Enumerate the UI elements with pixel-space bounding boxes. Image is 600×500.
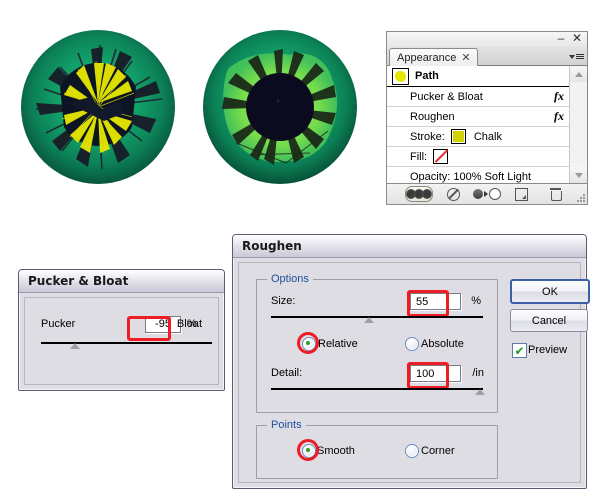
preview-checkbox[interactable]: ✔ bbox=[512, 343, 527, 358]
pucker-bloat-slider-track[interactable] bbox=[41, 342, 212, 349]
roughen-dialog[interactable]: Roughen Options Size: 55 % Relative Abso… bbox=[232, 234, 590, 489]
detail-label: Detail: bbox=[271, 367, 303, 379]
close-icon[interactable]: ✕ bbox=[571, 32, 583, 45]
radio-absolute[interactable] bbox=[405, 337, 419, 351]
radio-absolute-label: Absolute bbox=[421, 338, 464, 350]
bloat-label: Bloat bbox=[176, 318, 202, 330]
radio-relative-label: Relative bbox=[318, 338, 358, 350]
points-group: Points Smooth Corner bbox=[256, 419, 498, 479]
appearance-panel[interactable]: – ✕ Appearance ✕ Path Pucker & Bloat fx … bbox=[386, 31, 588, 205]
size-slider-track[interactable] bbox=[271, 316, 483, 323]
appearance-row-roughen[interactable]: Roughen fx bbox=[387, 107, 570, 127]
detail-slider-track[interactable] bbox=[271, 388, 485, 395]
scroll-up-icon[interactable] bbox=[570, 66, 587, 82]
scroll-down-icon[interactable] bbox=[570, 167, 587, 183]
tab-close-icon[interactable]: ✕ bbox=[461, 51, 470, 64]
appearance-panel-footer bbox=[387, 183, 587, 204]
appearance-list[interactable]: Path Pucker & Bloat fx Roughen fx Stroke… bbox=[387, 66, 570, 183]
fx-icon[interactable]: fx bbox=[554, 89, 564, 104]
size-unit-label: % bbox=[471, 295, 481, 307]
appearance-row-fill[interactable]: Fill: bbox=[387, 147, 570, 167]
roughen-dialog-body: Options Size: 55 % Relative Absolute Det… bbox=[238, 262, 590, 483]
pucker-label: Pucker bbox=[41, 318, 76, 330]
pucker-bloat-slider-thumb[interactable] bbox=[70, 343, 81, 349]
options-group-title: Options bbox=[267, 273, 313, 285]
delete-item-icon[interactable] bbox=[546, 187, 564, 201]
chevron-down-icon bbox=[568, 54, 575, 59]
detail-unit-label: /in bbox=[472, 367, 484, 379]
resize-grip-icon[interactable] bbox=[577, 194, 585, 202]
cancel-button[interactable]: Cancel bbox=[510, 309, 588, 332]
panel-titlebar: – ✕ bbox=[387, 32, 587, 47]
eye-artwork-pucker-bloat bbox=[18, 27, 178, 187]
hamburger-icon bbox=[575, 53, 584, 59]
radio-corner-label: Corner bbox=[421, 445, 455, 457]
minimize-icon[interactable]: – bbox=[555, 32, 567, 45]
appearance-row-stroke-label: Stroke: bbox=[410, 130, 445, 143]
pucker-value-input[interactable]: -95 bbox=[145, 315, 181, 333]
fill-none-swatch[interactable] bbox=[433, 149, 449, 164]
eye-artwork-roughen bbox=[200, 27, 360, 187]
appearance-row-path[interactable]: Path bbox=[387, 66, 570, 87]
appearance-row-pucker-bloat[interactable]: Pucker & Bloat fx bbox=[387, 87, 570, 107]
roughen-dialog-title: Roughen bbox=[233, 235, 586, 258]
points-group-title: Points bbox=[267, 419, 306, 431]
panel-tab-row: Appearance ✕ bbox=[387, 47, 587, 66]
radio-relative[interactable] bbox=[302, 337, 316, 351]
stroke-brush-name: Chalk bbox=[473, 130, 502, 143]
appearance-row-opacity[interactable]: Opacity: 100% Soft Light bbox=[387, 167, 570, 183]
appearance-row-stroke[interactable]: Stroke: Chalk bbox=[387, 127, 570, 147]
tab-appearance[interactable]: Appearance ✕ bbox=[389, 48, 478, 66]
path-thumbnail-icon bbox=[392, 67, 409, 85]
appearance-row-path-label: Path bbox=[415, 70, 439, 82]
appearance-row-fill-label: Fill: bbox=[410, 150, 428, 163]
appearance-row-roughen-label: Roughen bbox=[410, 110, 455, 123]
pucker-bloat-dialog-title: Pucker & Bloat bbox=[19, 270, 224, 293]
appearance-list-body: Path Pucker & Bloat fx Roughen fx Stroke… bbox=[387, 66, 587, 183]
pucker-bloat-dialog[interactable]: Pucker & Bloat Pucker -95 % Bloat bbox=[18, 269, 225, 391]
panel-menu-icon[interactable] bbox=[568, 49, 584, 63]
preview-label: Preview bbox=[528, 344, 568, 356]
visibility-toggle-icon[interactable] bbox=[405, 186, 433, 202]
appearance-row-pucker-bloat-label: Pucker & Bloat bbox=[410, 90, 483, 103]
detail-input[interactable]: 100 bbox=[410, 365, 461, 382]
stroke-color-swatch[interactable] bbox=[450, 129, 466, 144]
ok-button[interactable]: OK bbox=[510, 279, 590, 304]
size-input[interactable]: 55 bbox=[410, 293, 461, 310]
tab-appearance-label: Appearance bbox=[397, 51, 457, 64]
size-label: Size: bbox=[271, 295, 296, 307]
pucker-bloat-dialog-body: Pucker -95 % Bloat bbox=[24, 297, 219, 385]
clear-appearance-icon[interactable] bbox=[444, 187, 462, 201]
duplicate-item-icon[interactable] bbox=[512, 187, 530, 201]
size-slider-thumb[interactable] bbox=[364, 317, 375, 323]
fx-icon[interactable]: fx bbox=[554, 109, 564, 124]
radio-corner[interactable] bbox=[405, 444, 419, 458]
pucker-bloat-row: Pucker -95 % Bloat bbox=[41, 315, 208, 333]
panel-scrollbar[interactable] bbox=[569, 66, 587, 183]
options-group: Options Size: 55 % Relative Absolute Det… bbox=[256, 273, 498, 413]
radio-smooth[interactable] bbox=[302, 444, 316, 458]
artwork-area bbox=[0, 0, 380, 215]
check-icon: ✔ bbox=[514, 343, 525, 358]
reduce-to-basic-appearance-icon[interactable] bbox=[473, 187, 501, 201]
detail-slider-thumb[interactable] bbox=[474, 389, 485, 395]
radio-smooth-label: Smooth bbox=[317, 445, 355, 457]
appearance-row-opacity-label: Opacity: 100% Soft Light bbox=[410, 170, 532, 183]
